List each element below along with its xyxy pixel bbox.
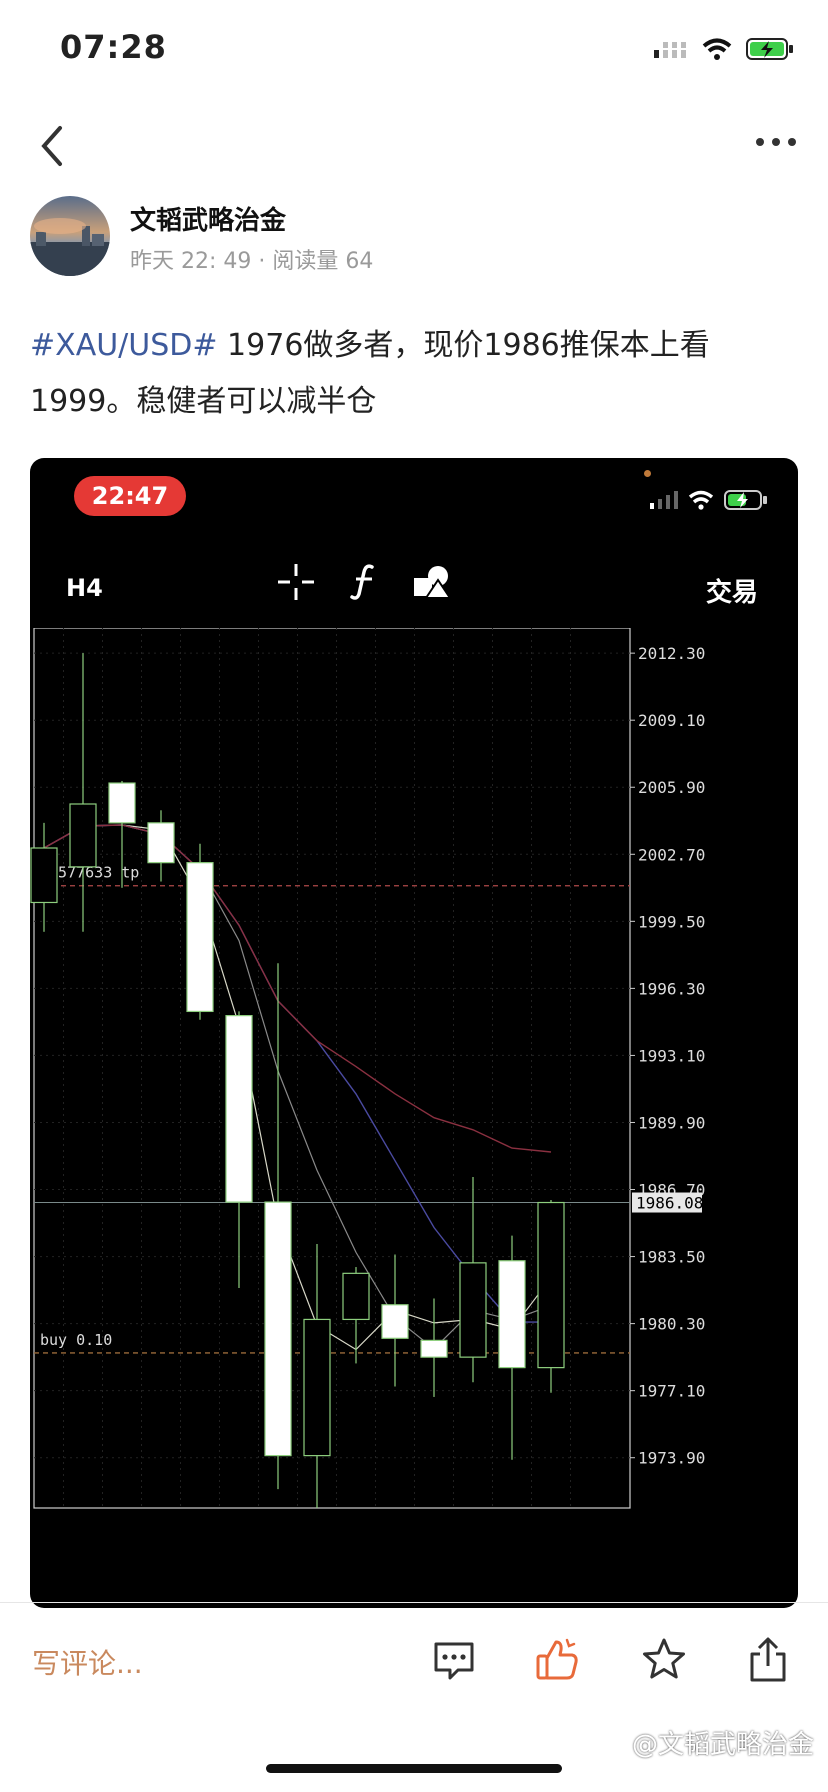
function-icon[interactable]: [348, 562, 382, 602]
order-label: buy 0.10: [40, 1331, 112, 1349]
candle-body: [420, 1339, 448, 1358]
author-name[interactable]: 文韬武略治金: [130, 200, 286, 237]
candle-body: [186, 862, 214, 1013]
battery-charging-icon: [746, 38, 793, 60]
back-icon[interactable]: [34, 122, 74, 170]
candle: [186, 843, 214, 1020]
star-icon[interactable]: [640, 1636, 688, 1684]
candle: [459, 1176, 487, 1383]
timeframe-button[interactable]: H4: [66, 574, 103, 602]
battery-charging-icon: [724, 490, 767, 510]
tick-label: 1989.90: [638, 1113, 705, 1132]
home-indicator: [266, 1764, 562, 1773]
candle-body: [459, 1262, 487, 1358]
candlestick-chart[interactable]: #4577633 tpbuy 0.10 2012.302009.102005.9…: [30, 628, 798, 1608]
candle-body: [498, 1260, 526, 1369]
candle: [420, 1298, 448, 1397]
candle: [303, 1244, 331, 1508]
tick-label: 1996.30: [638, 979, 705, 998]
tick-label: 1980.30: [638, 1315, 705, 1334]
like-icon[interactable]: [534, 1636, 582, 1684]
candle-body: [147, 822, 175, 864]
candle-body: [69, 803, 97, 868]
inner-status-time: 22:47: [74, 476, 186, 516]
candle: [225, 1011, 253, 1288]
candle: [30, 822, 58, 932]
tick-label: 1977.10: [638, 1382, 705, 1401]
candle: [537, 1200, 565, 1393]
comment-icon[interactable]: [430, 1636, 478, 1684]
watermark: @文韬武略治金: [631, 1730, 814, 1760]
signal-icon: [654, 42, 686, 58]
bottom-divider: [0, 1602, 828, 1603]
post-text: #XAU/USD# 1976做多者，现价1986推保本上看1999。稳健者可以减…: [30, 318, 800, 430]
candle: [381, 1254, 409, 1387]
more-icon[interactable]: [754, 132, 798, 152]
inner-status-icons: [650, 488, 768, 512]
tick-label: 1983.50: [638, 1248, 705, 1267]
avatar[interactable]: [30, 196, 110, 276]
objects-icon[interactable]: [412, 562, 452, 602]
privacy-dot: [644, 470, 651, 477]
candle-body: [381, 1304, 409, 1339]
plot-frame: [33, 628, 631, 1509]
status-time: 07:28: [60, 28, 167, 66]
tick-label: 2002.70: [638, 845, 705, 864]
price-axis: 2012.30 2009.10 2005.90 2002.70 1999.50 1996.…: [630, 644, 705, 1468]
tick-label: 1993.10: [638, 1046, 705, 1065]
tick-label: 1999.50: [638, 912, 705, 931]
comment-input[interactable]: 写评论...: [32, 1642, 143, 1682]
chart-screenshot[interactable]: 22:47 H4 交易 #4577633 tp buy 0.10 2012.30…: [30, 458, 798, 1608]
chart-grid: [33, 628, 631, 1509]
tick-label: 1973.90: [638, 1449, 705, 1468]
candle-body: [30, 847, 58, 904]
candle-body: [225, 1015, 253, 1203]
share-icon[interactable]: [744, 1636, 792, 1684]
crosshair-icon[interactable]: [276, 562, 316, 602]
hashtag-link[interactable]: #XAU/USD#: [30, 328, 218, 363]
candle-body: [303, 1318, 331, 1457]
post-meta: 昨天 22: 49 · 阅读量 64: [130, 249, 374, 274]
tick-label: 2012.30: [638, 644, 705, 663]
candle: [147, 810, 175, 882]
tick-label: 2009.10: [638, 711, 705, 730]
signal-icon: [650, 491, 678, 509]
trade-button[interactable]: 交易: [706, 572, 758, 609]
status-icons: [654, 36, 794, 62]
wifi-icon: [702, 38, 732, 60]
candle-body: [342, 1272, 370, 1321]
tick-label: 2005.90: [638, 778, 705, 797]
wifi-icon: [688, 490, 714, 510]
current-price-label: 1986.08: [636, 1194, 703, 1213]
candle: [69, 653, 97, 932]
candle-body: [108, 782, 136, 824]
candle: [498, 1235, 526, 1460]
candle: [342, 1267, 370, 1364]
candle-body: [537, 1201, 565, 1369]
candle-body: [264, 1201, 292, 1457]
